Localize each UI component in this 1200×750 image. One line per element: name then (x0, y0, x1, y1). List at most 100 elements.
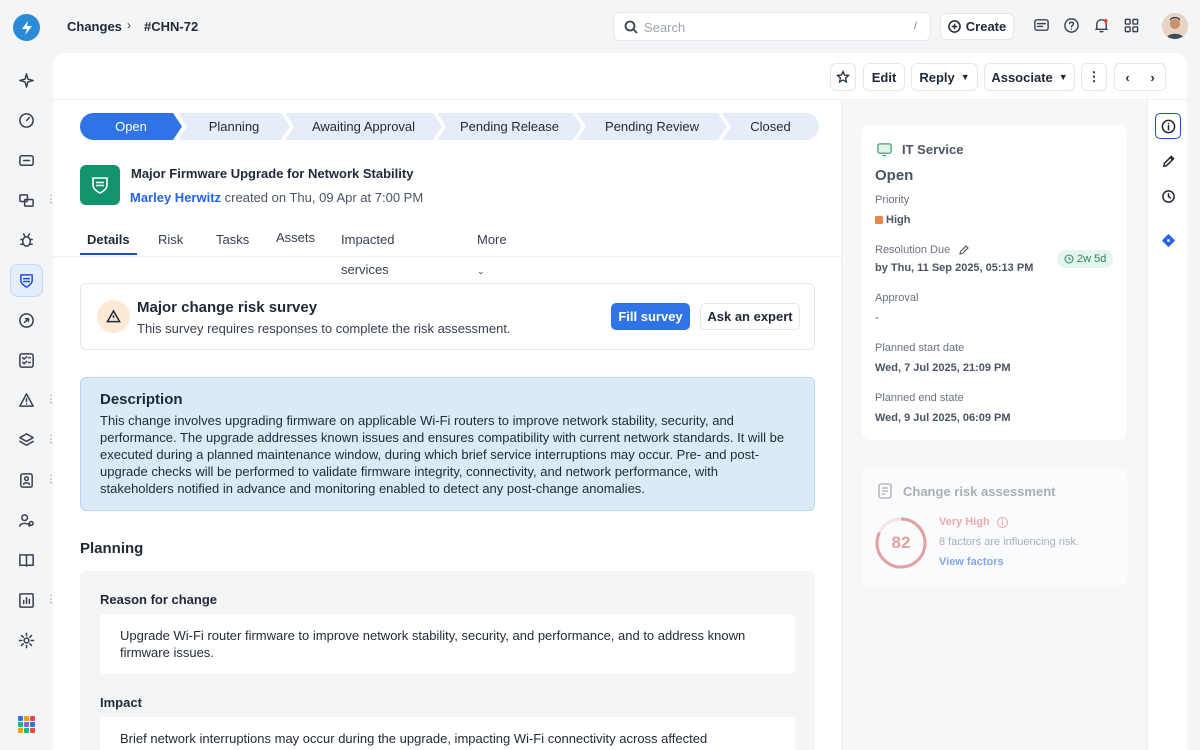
risk-assessment-card: Change risk assessment 82 Very High i 8 … (862, 468, 1127, 586)
integration-diamond-icon[interactable] (1155, 227, 1181, 253)
stage-label: Open (115, 119, 147, 134)
stage-planning[interactable]: Planning (178, 113, 290, 140)
priority-label: Priority (875, 194, 910, 206)
impact-text: Brief network interruptions may occur du… (100, 717, 795, 750)
service-type-label: IT Service (902, 142, 964, 157)
more-options-icon[interactable]: ⋮ (1081, 63, 1107, 91)
activity-clock-icon[interactable] (1155, 183, 1181, 209)
edit-pencil-icon[interactable] (1155, 148, 1181, 174)
planned-end-value: Wed, 9 Jul 2025, 06:09 PM (875, 412, 1011, 424)
status-value: Open (875, 167, 914, 184)
associate-button[interactable]: Associate ▼ (984, 63, 1075, 91)
stage-open[interactable]: Open (80, 113, 182, 140)
detail-content: Open Planning Awaiting Approval Pending … (53, 100, 841, 750)
planning-heading: Planning (80, 540, 144, 557)
time-remaining-badge: 2w 5d (1057, 250, 1114, 268)
app-logo-icon[interactable] (13, 14, 40, 41)
properties-card: IT Service Open Priority High Resolution… (862, 125, 1127, 440)
reply-button[interactable]: Reply ▼ (911, 63, 978, 91)
stage-label: Pending Release (459, 119, 560, 134)
survey-title: Major change risk survey (137, 299, 318, 316)
stage-label: Awaiting Approval (311, 119, 416, 134)
stage-label: Closed (750, 119, 791, 134)
info-panel-icon[interactable] (1155, 113, 1181, 139)
reason-label: Reason for change (100, 592, 218, 607)
reason-text: Upgrade Wi-Fi router firmware to improve… (100, 614, 795, 674)
search-placeholder: Search (644, 20, 686, 35)
requests-icon[interactable] (10, 184, 43, 217)
planned-start-value: Wed, 7 Jul 2025, 21:09 PM (875, 362, 1011, 374)
contacts-icon[interactable] (10, 464, 43, 497)
planned-start-label: Planned start date (875, 342, 965, 354)
star-icon[interactable] (830, 63, 856, 91)
create-button[interactable]: Create (940, 13, 1014, 40)
edit-label: Edit (871, 69, 897, 85)
reports-chart-icon[interactable] (10, 584, 43, 617)
change-title: Major Firmware Upgrade for Network Stabi… (131, 166, 414, 181)
time-remaining-text: 2w 5d (1077, 253, 1107, 265)
tab-assets[interactable]: Assets (276, 223, 315, 253)
tab-details[interactable]: Details (80, 225, 137, 255)
search-input[interactable]: Search / (613, 12, 931, 41)
tab-impacted-services[interactable]: Impacted services (341, 225, 394, 277)
tab-tasks[interactable]: Tasks (216, 225, 249, 255)
stage-awaiting-approval[interactable]: Awaiting Approval (285, 113, 442, 140)
stage-pending-release[interactable]: Pending Release (437, 113, 582, 140)
changes-shield-icon[interactable] (10, 264, 43, 297)
chat-icon[interactable] (1033, 17, 1050, 34)
approval-value: - (875, 312, 879, 324)
pencil-icon (959, 245, 970, 255)
tab-risk[interactable]: Risk (158, 225, 183, 255)
next-record-icon[interactable]: › (1140, 70, 1165, 85)
alerts-warning-icon[interactable] (10, 384, 43, 417)
monitor-icon (877, 143, 892, 157)
edit-button[interactable]: Edit (863, 63, 905, 91)
planning-section: Reason for change Upgrade Wi-Fi router f… (80, 571, 815, 750)
chevron-down-icon: ▼ (960, 72, 970, 82)
info-icon[interactable]: i (996, 517, 1008, 528)
user-avatar[interactable] (1162, 13, 1188, 39)
help-icon[interactable] (1063, 17, 1080, 34)
releases-icon[interactable] (10, 304, 43, 337)
survey-subtitle: This survey requires responses to comple… (137, 321, 511, 336)
marketplace-icon[interactable] (1123, 17, 1140, 34)
side-toolbar (1147, 100, 1187, 750)
risk-factors-text: 8 factors are influencing risk. (939, 536, 1080, 548)
tasks-checklist-icon[interactable] (10, 344, 43, 377)
create-label: Create (965, 19, 1007, 34)
breadcrumb-changes[interactable]: Changes (67, 19, 122, 34)
ask-expert-button[interactable]: Ask an expert (700, 303, 800, 330)
service-type-header: IT Service (876, 141, 963, 158)
clipboard-icon (878, 483, 892, 499)
change-meta: Marley Herwitz created on Thu, 09 Apr at… (130, 190, 423, 205)
problems-bug-icon[interactable] (10, 224, 43, 257)
ai-sparkle-icon[interactable] (10, 64, 43, 97)
tab-more-label: More (477, 232, 507, 247)
author-link[interactable]: Marley Herwitz (130, 190, 221, 205)
left-nav: ⋮ ⋮ ⋮ ⋮ ⋮ (0, 0, 56, 750)
risk-heading: Change risk assessment (903, 483, 1056, 499)
priority-value[interactable]: High (875, 214, 910, 226)
knowledge-book-icon[interactable] (10, 544, 43, 577)
previous-record-icon[interactable]: ‹ (1115, 70, 1140, 85)
tickets-icon[interactable] (10, 144, 43, 177)
risk-score: 82 (891, 533, 911, 552)
stage-label: Pending Review (605, 119, 699, 134)
tab-more[interactable]: More ⌄ (477, 225, 507, 276)
settings-gear-icon[interactable] (10, 624, 43, 657)
approval-label: Approval (875, 292, 919, 304)
risk-level-text: Very High (939, 516, 990, 528)
planned-end-label: Planned end state (875, 392, 964, 404)
action-bar: Edit Reply ▼ Associate ▼ ⋮ ‹ › (53, 53, 1187, 100)
stage-pending-review[interactable]: Pending Review (577, 113, 727, 140)
users-gear-icon[interactable] (10, 504, 43, 537)
notifications-bell-icon[interactable] (1093, 17, 1110, 34)
apps-grid-icon[interactable] (18, 716, 35, 733)
view-factors-link[interactable]: View factors (939, 556, 1004, 568)
assets-layers-icon[interactable] (10, 424, 43, 457)
fill-survey-button[interactable]: Fill survey (611, 303, 690, 330)
stage-closed[interactable]: Closed (722, 113, 819, 140)
dashboard-gauge-icon[interactable] (10, 104, 43, 137)
risk-header: Change risk assessment (876, 482, 1055, 500)
resolution-due-value: by Thu, 11 Sep 2025, 05:13 PM (875, 262, 1034, 274)
